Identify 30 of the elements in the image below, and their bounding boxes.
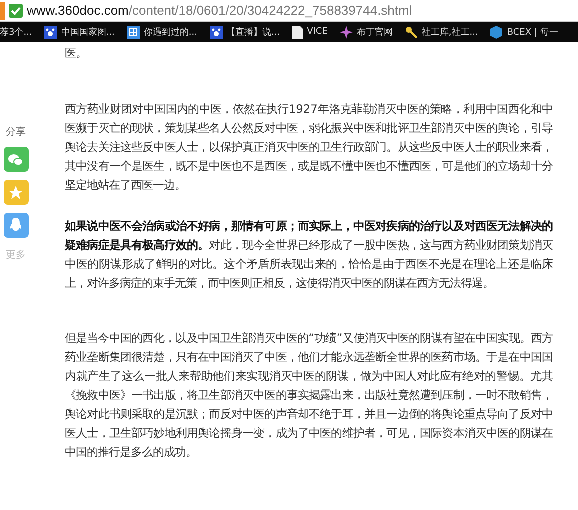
bookmark-item[interactable]: 中国国家图... (44, 26, 115, 38)
grid-icon (126, 26, 140, 38)
article-paragraph: 西方药业财团对中国国内的中医，依然在执行1927年洛克菲勒消灭中医的策略，利用中国西化和中医濒于灭亡的现状，策划某些名人公然反对中医，弱化振兴中医和批评卫生部消灭中医的舆论，引导舆论去关注这些反中医人士，以保护真正消灭中医的卫生行政部门。从这些反中医人士的职业来看，其中没有一个是医生，既不是中医也不是西医，或是既不懂中医也不懂西医，可是他们的立场却十分坚定地站在了西医一边。 (65, 101, 553, 194)
page-icon (292, 26, 304, 38)
bookmark-item[interactable]: 你遇到过的... (126, 26, 198, 38)
secure-check-icon (9, 4, 23, 18)
share-button[interactable] (4, 180, 28, 205)
star-icon (9, 186, 23, 200)
cube-icon (490, 26, 504, 38)
bookmark-item[interactable]: 社工库,社工... (404, 26, 478, 38)
bookmark-item[interactable]: VICE (292, 26, 328, 38)
penguin-icon (10, 218, 22, 234)
article-paragraph: 但是当今中国的西化，以及中国卫生部消灭中医的“功绩”又使消灭中医的阴谋有望在中国实现。西方药业垄断集团很清楚，只有在中国消灭了中医，他们才能永远垄断全世界的医药市场。于是在中国国内就产生了这么一批人来帮助他们来实现消灭中医的阴谋，做为中国人对此应有绝对的警惕。尤其《挽救中医》一书出版，将卫生部消灭中医的事实揭露出来，出版社竟然遭到压制，一时不敢销售，舆论对此书则采取的是沉默；而反对中医的声音却不绝于耳，并且一边倒的将舆论重点导向了反对中医人士，卫生部巧妙地利用舆论摇身一变，成为了中医的维护者，可见，国际资本消灭中医的阴谋在中国的推行是多么的成功。 (65, 330, 553, 461)
article-paragraph: 如果说中医不会治病或治不好病，那情有可原；而实际上，中医对疾病的治疗以及对西医无法解决的疑难病症是具有极高疗效的。对此，现今全世界已经形成了一股中医热，这与西方药业财团策划消灭中医的阴谋形成了鲜明的对比。这个矛盾所表现出来的，恰恰是由于西医不光是在理论上还是临床上，对许多病症的束手无策，而中医则正相反，这使得消灭中医的阴谋在西方无法得逞。 (65, 218, 553, 292)
share-button[interactable] (4, 147, 28, 172)
bookmark-item[interactable]: 荐3个... (0, 26, 32, 38)
paw-icon (210, 26, 222, 38)
bookmark-item[interactable]: 【直播】说... (210, 26, 280, 38)
paw-icon (44, 26, 58, 38)
share-label: 分享 (6, 126, 26, 139)
tab-edge-icon (0, 2, 5, 20)
url-text: www.360doc.com/content/18/0601/20/30424222_758839744.shtml (27, 3, 412, 18)
share-button[interactable] (4, 213, 28, 238)
chat-bubbles-icon (8, 152, 24, 166)
article-paragraph: 医。 (65, 45, 88, 62)
sparkle-icon (340, 26, 353, 38)
bookmark-item[interactable]: BCEX | 每一 (490, 26, 558, 38)
bookmark-item[interactable]: 布丁官网 (340, 26, 393, 38)
address-bar[interactable]: www.360doc.com/content/18/0601/20/30424222_758839744.shtml (0, 0, 578, 22)
key-icon (404, 26, 418, 38)
